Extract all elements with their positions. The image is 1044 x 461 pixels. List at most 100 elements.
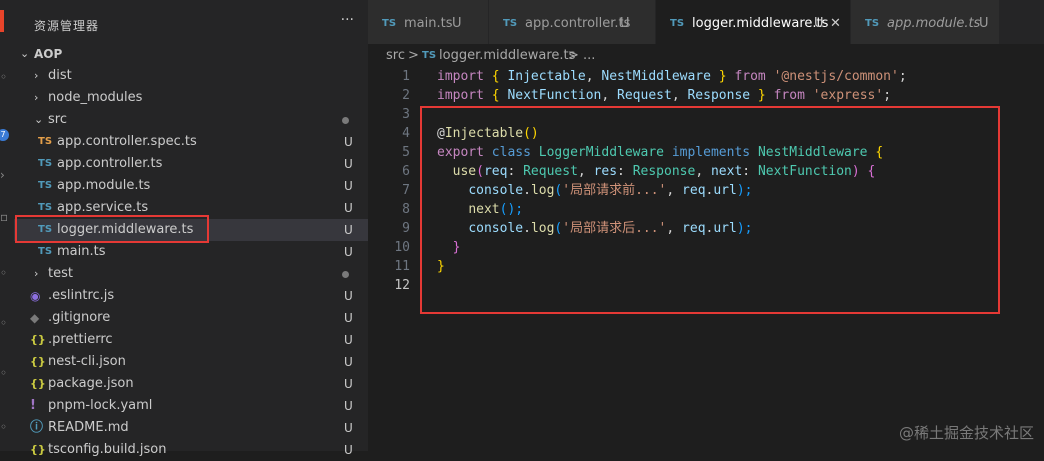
tree-item[interactable]: ◆ .gitignore U bbox=[14, 307, 368, 329]
code-token: , bbox=[585, 69, 602, 84]
source-control-badge: 7 bbox=[0, 129, 9, 141]
code-line[interactable]: import { NextFunction, Request, Response… bbox=[437, 86, 891, 105]
line-number: 4 bbox=[402, 126, 410, 141]
tree-item[interactable]: ◉ .eslintrc.js U bbox=[14, 285, 368, 307]
line-number: 1 bbox=[402, 69, 410, 84]
code-token: import bbox=[437, 69, 484, 84]
git-status-badge: U bbox=[344, 333, 353, 347]
tree-item[interactable]: {} .prettierrc U bbox=[14, 329, 368, 351]
tree-item[interactable]: {} nest-cli.json U bbox=[14, 351, 368, 373]
typescript-file-icon: TS bbox=[38, 158, 53, 169]
git-status-badge: U bbox=[344, 443, 353, 457]
tab-main-ts[interactable]: TS main.ts U bbox=[368, 0, 489, 44]
git-icon: ◆ bbox=[30, 311, 40, 325]
account-icon[interactable]: ◦ bbox=[0, 366, 10, 380]
git-status-badge: U bbox=[344, 399, 353, 413]
code-token: ; bbox=[883, 88, 892, 103]
tree-item-label: pnpm-lock.yaml bbox=[48, 398, 153, 413]
close-icon[interactable]: ✕ bbox=[830, 0, 841, 48]
code-token: } bbox=[710, 69, 735, 84]
yaml-icon: ! bbox=[30, 398, 36, 413]
git-status-badge: U bbox=[344, 377, 353, 391]
tree-item[interactable]: TS main.ts U bbox=[14, 241, 368, 263]
breadcrumb-file[interactable]: logger.middleware.ts bbox=[439, 46, 575, 66]
tab-badge: U bbox=[979, 16, 989, 31]
highlight-box-code bbox=[420, 106, 1000, 314]
tree-item-label: app.module.ts bbox=[57, 178, 151, 193]
typescript-file-icon: TS bbox=[382, 18, 397, 29]
code-token: , bbox=[601, 88, 618, 103]
chevron-right-icon: › bbox=[34, 91, 39, 104]
typescript-file-icon: TS bbox=[422, 50, 437, 61]
line-number: 2 bbox=[402, 88, 410, 103]
testing-icon[interactable]: ◦ bbox=[0, 316, 10, 330]
extensions-icon[interactable]: ▫ bbox=[0, 210, 10, 224]
git-status-badge: U bbox=[344, 421, 353, 435]
modified-dot bbox=[342, 117, 349, 124]
tree-item[interactable]: ! pnpm-lock.yaml U bbox=[14, 395, 368, 417]
more-actions-icon[interactable]: ··· bbox=[341, 12, 354, 28]
remote-icon[interactable]: ◦ bbox=[0, 266, 10, 280]
search-icon[interactable]: ◦ bbox=[0, 70, 10, 84]
tab-app-module-ts[interactable]: TS app.module.ts U bbox=[851, 0, 1000, 44]
chevron-right-icon: › bbox=[34, 69, 39, 82]
run-debug-icon[interactable]: › bbox=[0, 168, 10, 182]
tree-item-label: src bbox=[48, 112, 67, 127]
git-status-badge: U bbox=[344, 179, 353, 193]
tree-item[interactable]: › dist bbox=[14, 65, 368, 87]
tree-item[interactable]: {} tsconfig.build.json U bbox=[14, 439, 368, 461]
tree-item-label: main.ts bbox=[57, 244, 106, 259]
code-token: import bbox=[437, 88, 484, 103]
code-token: from bbox=[734, 69, 766, 84]
breadcrumb-symbol[interactable]: > ... bbox=[568, 46, 595, 66]
settings-icon[interactable]: ◦ bbox=[0, 420, 10, 434]
line-number: 12 bbox=[394, 278, 410, 293]
tree-item-label: app.controller.spec.ts bbox=[57, 134, 197, 149]
project-root[interactable]: ⌄ AOP bbox=[14, 43, 368, 65]
highlight-box-file bbox=[15, 215, 209, 243]
tree-item[interactable]: ⓘ README.md U bbox=[14, 417, 368, 439]
chevron-down-icon: ⌄ bbox=[20, 47, 30, 60]
code-token: Request bbox=[617, 88, 672, 103]
tree-item[interactable]: TS app.controller.spec.ts U bbox=[14, 131, 368, 153]
tree-item-label: app.controller.ts bbox=[57, 156, 163, 171]
tree-item[interactable]: {} package.json U bbox=[14, 373, 368, 395]
tab-badge: U bbox=[620, 16, 630, 31]
tree-item-label: .eslintrc.js bbox=[48, 288, 115, 303]
tree-item[interactable]: › test bbox=[14, 263, 368, 285]
git-status-badge: U bbox=[344, 245, 353, 259]
tab-app-controller-ts[interactable]: TS app.controller.ts U bbox=[489, 0, 656, 44]
tab-badge: U bbox=[814, 16, 824, 31]
tree-item[interactable]: ⌄ src bbox=[14, 109, 368, 131]
modified-dot bbox=[342, 271, 349, 278]
code-token: { bbox=[483, 69, 508, 84]
code-token: Response bbox=[687, 88, 751, 103]
code-token: NestMiddleware bbox=[601, 69, 711, 84]
code-line[interactable]: import { Injectable, NestMiddleware } fr… bbox=[437, 67, 907, 86]
code-token: ; bbox=[898, 69, 907, 84]
editor-tab-bar: TS main.ts U TS app.controller.ts U TS l… bbox=[368, 0, 1044, 44]
info-icon: ⓘ bbox=[30, 420, 44, 435]
code-token: } bbox=[750, 88, 774, 103]
tree-item[interactable]: TS app.module.ts U bbox=[14, 175, 368, 197]
explorer-title: 资源管理器 bbox=[34, 19, 100, 33]
tree-item[interactable]: › node_modules bbox=[14, 87, 368, 109]
tree-item[interactable]: TS app.controller.ts U bbox=[14, 153, 368, 175]
code-token: '@nestjs/common' bbox=[773, 69, 899, 84]
code-token: NextFunction bbox=[507, 88, 602, 103]
breadcrumb-folder[interactable]: src bbox=[386, 46, 405, 66]
line-number: 11 bbox=[394, 259, 410, 274]
git-status-badge: U bbox=[344, 135, 353, 149]
project-name: AOP bbox=[34, 47, 63, 61]
tab-label: logger.middleware.ts bbox=[692, 16, 829, 31]
chevron-down-icon: ⌄ bbox=[34, 113, 44, 126]
code-token: , bbox=[671, 88, 688, 103]
code-token: Injectable bbox=[507, 69, 586, 84]
watermark: @稀土掘金技术社区 bbox=[898, 424, 1034, 442]
tab-label: app.module.ts bbox=[887, 16, 981, 31]
tree-item-label: dist bbox=[48, 68, 72, 83]
line-number: 10 bbox=[394, 240, 410, 255]
typescript-file-icon: TS bbox=[670, 18, 685, 29]
tab-logger-middleware-ts[interactable]: TS logger.middleware.ts U ✕ bbox=[656, 0, 851, 44]
